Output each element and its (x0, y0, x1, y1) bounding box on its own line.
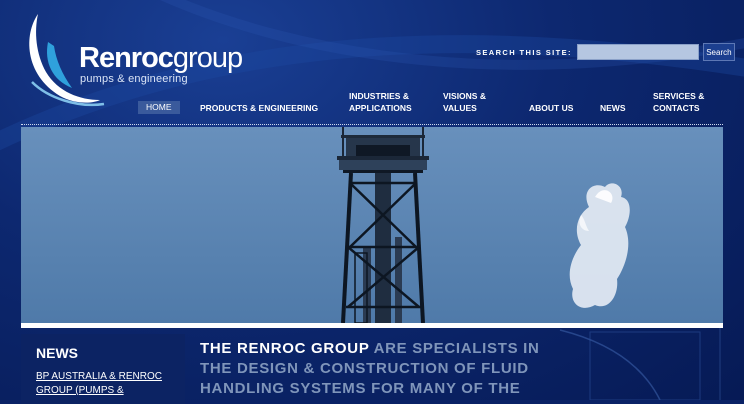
intro-line1-rest: ARE SPECIALISTS IN (369, 340, 540, 357)
brand-name: Renrocgroup (79, 42, 243, 74)
intro-line2: THE DESIGN & CONSTRUCTION OF FLUID (200, 360, 529, 377)
search-input[interactable] (576, 44, 699, 60)
nav-item-home[interactable]: HOME (138, 101, 180, 114)
flare-stack-illustration (21, 127, 723, 323)
nav-item-visions-line1: VISIONS & (443, 91, 486, 101)
main-nav: HOME PRODUCTS & ENGINEERING INDUSTRIES &… (0, 88, 744, 118)
search-button[interactable]: Search (702, 43, 735, 61)
nav-item-industries-line1: INDUSTRIES & (349, 91, 409, 101)
nav-item-about-us[interactable]: ABOUT US (529, 102, 573, 114)
hero-divider (21, 124, 723, 125)
nav-item-industries-line2: APPLICATIONS (349, 103, 412, 113)
nav-item-visions-values[interactable]: VISIONS & VALUES (443, 90, 486, 114)
search-label: SEARCH THIS SITE: (476, 47, 572, 57)
news-heading: NEWS (36, 345, 78, 361)
news-link-line1: BP AUSTRALIA & RENROC (36, 371, 162, 382)
news-link-line2: GROUP (PUMPS & (36, 385, 124, 396)
intro-highlight: THE RENROC GROUP (200, 340, 370, 357)
news-panel: NEWS BP AUSTRALIA & RENROC GROUP (PUMPS … (21, 334, 185, 404)
nav-item-services-contacts[interactable]: SERVICES & CONTACTS (653, 90, 704, 114)
nav-item-industries-applications[interactable]: INDUSTRIES & APPLICATIONS (349, 90, 412, 114)
news-article-link[interactable]: BP AUSTRALIA & RENROC GROUP (PUMPS & (36, 370, 181, 398)
nav-item-visions-line2: VALUES (443, 103, 477, 113)
nav-item-news[interactable]: NEWS (600, 102, 626, 114)
brand-tagline: pumps & engineering (80, 73, 188, 85)
intro-text: THE RENROC GROUP ARE SPECIALISTS IN THE D… (200, 339, 560, 399)
nav-item-services-line1: SERVICES & (653, 91, 705, 101)
intro-line3: HANDLING SYSTEMS FOR MANY OF THE (200, 380, 521, 397)
hero-image (21, 127, 723, 323)
nav-item-products-engineering[interactable]: PRODUCTS & ENGINEERING (200, 102, 318, 114)
site-search: SEARCH THIS SITE: Search (476, 43, 735, 61)
brand-name-light: group (172, 42, 243, 74)
intro-line1: THE RENROC GROUP ARE SPECIALISTS IN (200, 339, 560, 359)
brand-name-bold: Renroc (79, 42, 174, 74)
nav-item-services-line2: CONTACTS (653, 103, 700, 113)
hero-bottom-bar (21, 323, 723, 328)
